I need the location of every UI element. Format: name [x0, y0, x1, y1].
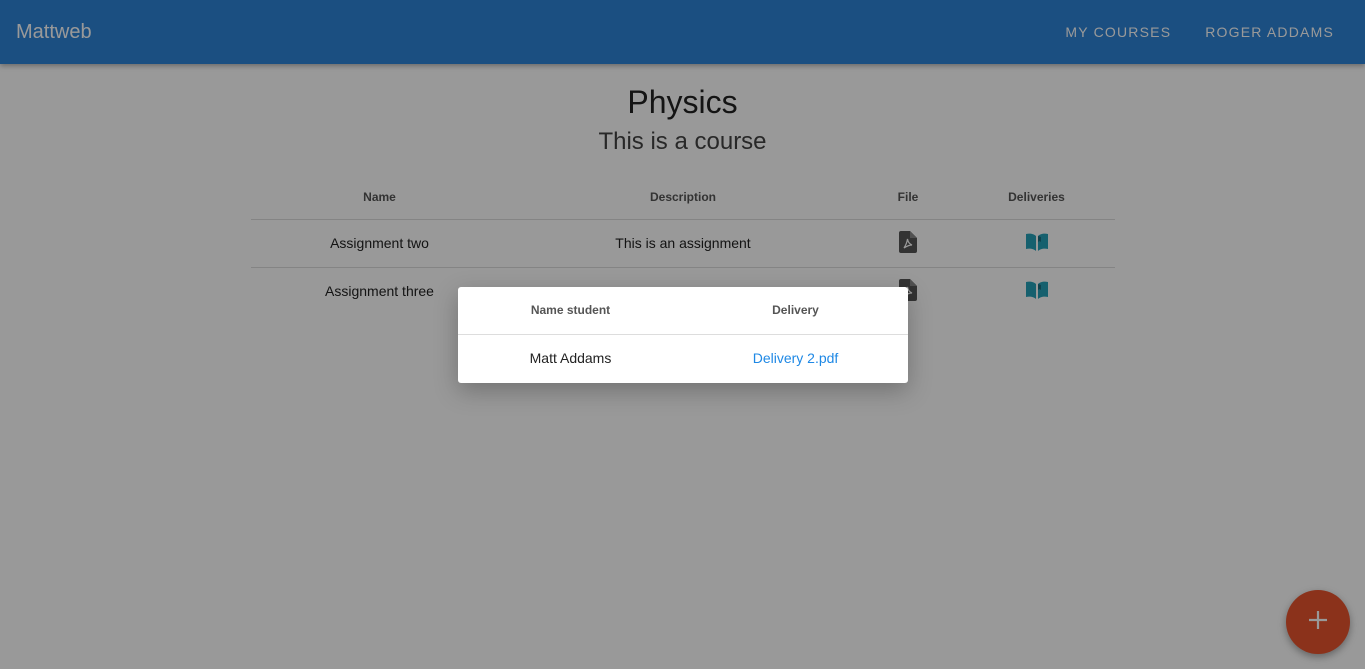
modal-header-row: Name student Delivery: [458, 287, 908, 335]
deliveries-table: Name student Delivery Matt Addams Delive…: [458, 287, 908, 382]
deliveries-modal: Name student Delivery Matt Addams Delive…: [458, 287, 908, 383]
table-row: Matt Addams Delivery 2.pdf: [458, 334, 908, 382]
delivery-file-link[interactable]: Delivery 2.pdf: [753, 350, 839, 366]
student-name: Matt Addams: [529, 350, 612, 367]
header-name-student: Name student: [458, 287, 683, 335]
header-delivery: Delivery: [683, 287, 908, 335]
